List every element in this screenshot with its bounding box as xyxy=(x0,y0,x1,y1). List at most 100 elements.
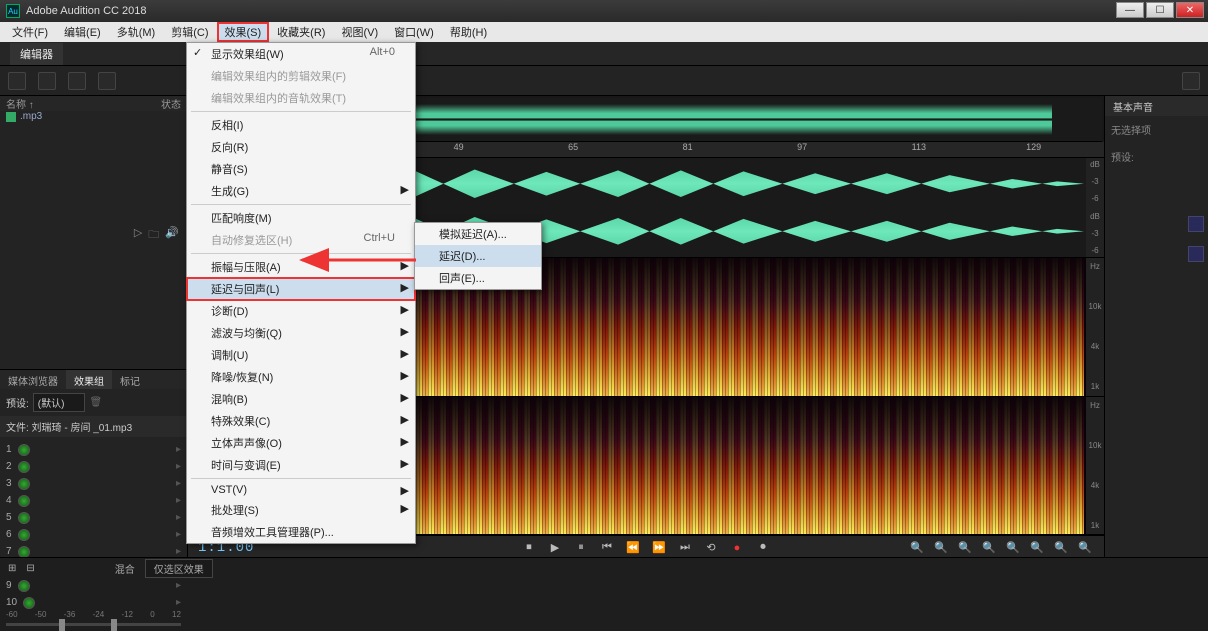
tool-icon[interactable] xyxy=(1182,72,1200,90)
menu-item[interactable]: 诊断(D)▶ xyxy=(187,300,415,322)
menu-item[interactable]: 滤波与均衡(Q)▶ xyxy=(187,322,415,344)
fx-slot[interactable]: 10▸ xyxy=(6,594,181,611)
transport-button[interactable]: ⏹ xyxy=(520,539,538,557)
menu-item[interactable]: 时间与变调(E)▶ xyxy=(187,454,415,476)
menu-0[interactable]: 文件(F) xyxy=(4,22,56,42)
col-status-header[interactable]: 状态 xyxy=(161,96,181,111)
chevron-right-icon: ▶ xyxy=(401,369,409,382)
menu-item[interactable]: 反相(I) xyxy=(187,114,415,136)
panel-tab[interactable]: 标记 xyxy=(112,370,148,389)
transport-button[interactable]: ● xyxy=(728,539,746,557)
fx-slot[interactable]: 9▸ xyxy=(6,577,181,594)
panel-tab[interactable]: 媒体浏览器 xyxy=(0,370,66,389)
tool-icon[interactable] xyxy=(38,72,56,90)
menu-8[interactable]: 帮助(H) xyxy=(442,22,495,42)
trash-icon[interactable]: 🗑 xyxy=(89,397,102,408)
transport-button[interactable]: ⏪ xyxy=(624,539,642,557)
transport-button[interactable]: ⏭ xyxy=(676,539,694,557)
maximize-button[interactable]: ☐ xyxy=(1146,2,1174,18)
minimize-button[interactable]: — xyxy=(1116,2,1144,18)
delay-echo-submenu: 模拟延迟(A)...延迟(D)...回声(E)... xyxy=(414,222,542,290)
menu-3[interactable]: 剪辑(C) xyxy=(163,22,216,42)
fx-slot[interactable]: 3▸ xyxy=(6,475,181,492)
file-list-item[interactable]: .mp3 xyxy=(0,111,187,122)
power-icon[interactable] xyxy=(18,580,30,592)
chevron-right-icon: ▶ xyxy=(401,391,409,404)
menu-5[interactable]: 收藏夹(R) xyxy=(269,22,333,42)
zoom-button[interactable]: 🔍 xyxy=(908,539,926,557)
no-selection-label: 无选择项 xyxy=(1105,116,1208,143)
transport-button[interactable]: ⏩ xyxy=(650,539,668,557)
power-icon[interactable] xyxy=(18,512,30,524)
transport-button[interactable]: ⏺ xyxy=(754,539,772,557)
menu-item[interactable]: 批处理(S)▶ xyxy=(187,499,415,521)
zoom-button[interactable]: 🔍 xyxy=(932,539,950,557)
menu-item[interactable]: 振幅与压限(A)▶ xyxy=(187,256,415,278)
menu-1[interactable]: 编辑(E) xyxy=(56,22,109,42)
menu-item[interactable]: 静音(S) xyxy=(187,158,415,180)
menu-item[interactable]: ✓显示效果组(W)Alt+0 xyxy=(187,43,415,65)
menu-item[interactable]: VST(V)▶ xyxy=(187,481,415,499)
menu-7[interactable]: 窗口(W) xyxy=(386,22,442,42)
zoom-button[interactable]: 🔍 xyxy=(1004,539,1022,557)
fx-slot[interactable]: 6▸ xyxy=(6,526,181,543)
zoom-button[interactable]: 🔍 xyxy=(956,539,974,557)
power-icon[interactable] xyxy=(23,597,35,609)
transport-button[interactable]: ⏸ xyxy=(572,539,590,557)
power-icon[interactable] xyxy=(18,495,30,507)
chevron-right-icon: ▶ xyxy=(401,325,409,338)
volume-icon[interactable]: 🔊 xyxy=(165,226,179,245)
transport-button[interactable]: ⟲ xyxy=(702,539,720,557)
menu-2[interactable]: 多轨(M) xyxy=(109,22,164,42)
tool-icon[interactable] xyxy=(8,72,26,90)
folder-icon[interactable]: 🗀 xyxy=(148,226,159,245)
status-icon[interactable]: ⊟ xyxy=(26,563,34,574)
power-icon[interactable] xyxy=(18,478,30,490)
close-button[interactable]: ✕ xyxy=(1176,2,1204,18)
menu-item[interactable]: 立体声声像(O)▶ xyxy=(187,432,415,454)
transport-button[interactable]: ▶ xyxy=(546,539,564,557)
zoom-button[interactable]: 🔍 xyxy=(1028,539,1046,557)
menu-item[interactable]: 反向(R) xyxy=(187,136,415,158)
menu-4[interactable]: 效果(S) xyxy=(217,22,270,42)
menu-item[interactable]: 混响(B)▶ xyxy=(187,388,415,410)
zoom-button[interactable]: 🔍 xyxy=(1052,539,1070,557)
menu-item[interactable]: 生成(G)▶ xyxy=(187,180,415,202)
menu-item[interactable]: 匹配响度(M) xyxy=(187,207,415,229)
fx-slot[interactable]: 4▸ xyxy=(6,492,181,509)
submenu-item[interactable]: 延迟(D)... xyxy=(415,245,541,267)
status-icon[interactable]: ⊞ xyxy=(8,563,16,574)
chevron-right-icon: ▸ xyxy=(176,597,181,608)
menu-item[interactable]: 降噪/恢复(N)▶ xyxy=(187,366,415,388)
zoom-button[interactable]: 🔍 xyxy=(980,539,998,557)
submenu-item[interactable]: 模拟延迟(A)... xyxy=(415,223,541,245)
submenu-item[interactable]: 回声(E)... xyxy=(415,267,541,289)
fx-slot[interactable]: 1▸ xyxy=(6,441,181,458)
fx-slot[interactable]: 5▸ xyxy=(6,509,181,526)
fx-slot[interactable]: 2▸ xyxy=(6,458,181,475)
menu-item[interactable]: 调制(U)▶ xyxy=(187,344,415,366)
color-swatch[interactable] xyxy=(1188,246,1204,262)
panel-tab[interactable]: 效果组 xyxy=(66,370,112,389)
menu-item[interactable]: 特殊效果(C)▶ xyxy=(187,410,415,432)
tab-editor[interactable]: 编辑器 xyxy=(10,43,63,65)
transport-button[interactable]: ⏮ xyxy=(598,539,616,557)
sub-toolbar xyxy=(0,66,1208,96)
tool-icon[interactable] xyxy=(68,72,86,90)
color-swatch[interactable] xyxy=(1188,216,1204,232)
power-icon[interactable] xyxy=(18,444,30,456)
menu-item[interactable]: 延迟与回声(L)▶ xyxy=(187,278,415,300)
zoom-button[interactable]: 🔍 xyxy=(1076,539,1094,557)
power-icon[interactable] xyxy=(18,546,30,558)
selection-mode-select[interactable]: 仅选区效果 xyxy=(145,559,213,578)
power-icon[interactable] xyxy=(18,461,30,473)
menu-item[interactable]: 音频增效工具管理器(P)... xyxy=(187,521,415,543)
power-icon[interactable] xyxy=(18,529,30,541)
effects-menu-dropdown: ✓显示效果组(W)Alt+0编辑效果组内的剪辑效果(F)编辑效果组内的音轨效果(… xyxy=(186,42,416,544)
chevron-right-icon: ▶ xyxy=(401,502,409,515)
play-icon[interactable]: ▷ xyxy=(134,226,142,245)
menu-6[interactable]: 视图(V) xyxy=(333,22,386,42)
col-name-header[interactable]: 名称 ↑ xyxy=(6,96,34,111)
preset-select[interactable]: (默认) xyxy=(33,393,86,412)
tool-icon[interactable] xyxy=(98,72,116,90)
